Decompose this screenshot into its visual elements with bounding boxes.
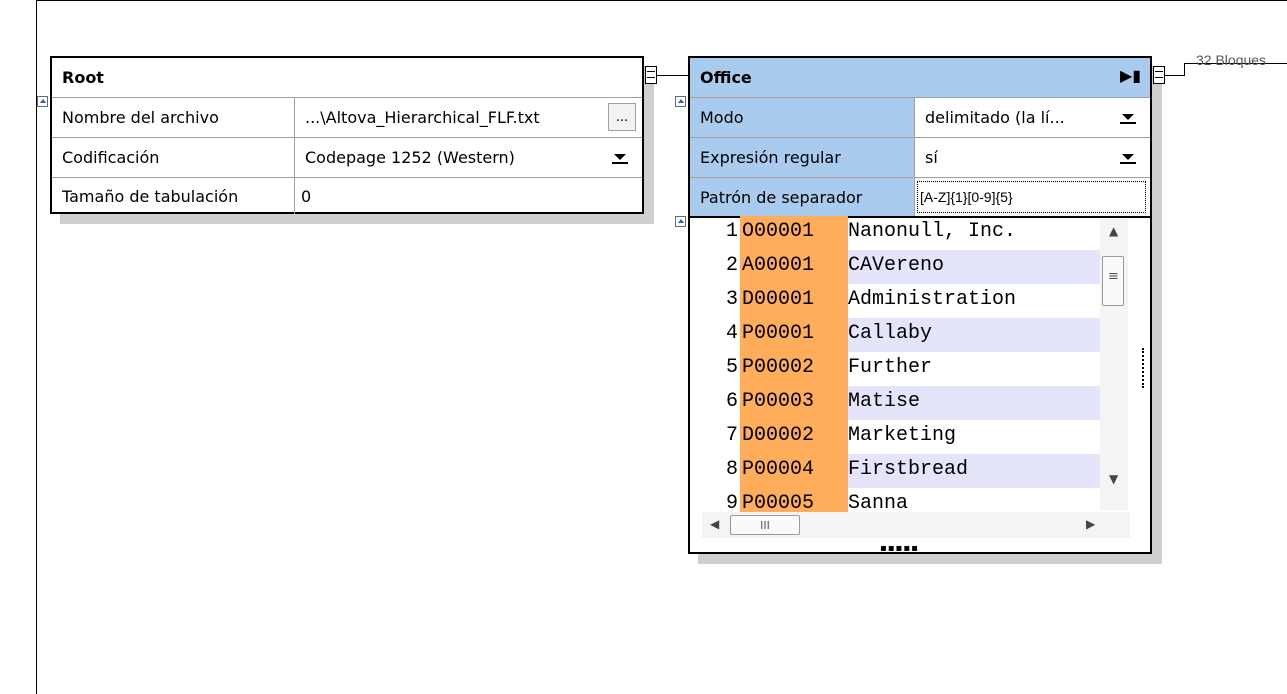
root-title: Root: [62, 68, 104, 87]
line-id: A00001: [742, 254, 815, 277]
separator-pattern-input[interactable]: [A-Z]{1}[0-9]{5}: [917, 181, 1146, 213]
office-title: Office: [700, 68, 752, 87]
resize-grip-right-icon[interactable]: [1142, 348, 1148, 388]
line-number: 4: [725, 322, 738, 345]
separator-label: Patrón de separador: [690, 178, 914, 216]
vertical-scroll-thumb[interactable]: [1102, 256, 1124, 306]
line-number: 2: [725, 254, 738, 277]
line-id: P00002: [742, 356, 815, 379]
line-text: CAVereno: [848, 254, 945, 277]
browse-button[interactable]: ...: [608, 103, 636, 131]
line-id: P00001: [742, 322, 815, 345]
line-number: 9: [725, 492, 738, 512]
collapse-office-icon[interactable]: [675, 96, 686, 107]
line-text: Marketing: [848, 424, 957, 447]
text-line: 7 D00002 Marketing: [702, 420, 1102, 454]
blocks-count-label: 32 Bloques: [1196, 52, 1267, 68]
horizontal-scroll-thumb[interactable]: III: [730, 515, 800, 535]
output-line-vertical: [1184, 63, 1185, 76]
line-number: 6: [725, 390, 738, 413]
text-preview: 1 O00001 Nanonull, Inc. 2 A00001 CAVereno 3 D00…: [702, 216, 1130, 512]
text-line: 1 O00001 Nanonull, Inc.: [702, 216, 1102, 250]
line-id: P00004: [742, 458, 815, 481]
line-id: D00002: [742, 424, 815, 447]
line-text: Further: [848, 356, 933, 379]
line-number: 5: [725, 356, 738, 379]
line-id: P00003: [742, 390, 815, 413]
line-number: 8: [725, 458, 738, 481]
line-id: O00001: [742, 220, 815, 243]
text-line: 8 P00004 Firstbread: [702, 454, 1102, 488]
encoding-value[interactable]: Codepage 1252 (Western): [295, 138, 602, 177]
mode-dropdown-icon[interactable]: [1116, 110, 1140, 126]
line-id: D00001: [742, 288, 815, 311]
collapse-text-icon[interactable]: [675, 216, 686, 227]
root-component[interactable]: Root Nombre del archivo ...\Altova_Hiera…: [50, 56, 644, 214]
scroll-down-icon[interactable]: ▼: [1109, 472, 1118, 486]
mode-label: Modo: [690, 98, 914, 137]
line-number: 7: [725, 424, 738, 447]
encoding-dropdown-icon[interactable]: [608, 150, 632, 166]
connection-line: [657, 75, 689, 76]
tabsize-value[interactable]: 0: [295, 178, 642, 214]
regex-dropdown-icon[interactable]: [1116, 150, 1140, 166]
collapse-root-icon[interactable]: [37, 96, 48, 107]
office-output-connector-icon[interactable]: [1153, 66, 1165, 84]
scroll-left-icon[interactable]: ◀: [710, 517, 719, 531]
vertical-scrollbar[interactable]: ▲ ▼: [1100, 218, 1128, 510]
regex-value[interactable]: sí: [915, 138, 1110, 177]
root-row-filename[interactable]: Nombre del archivo ...\Altova_Hierarchic…: [52, 98, 642, 138]
line-text: Sanna: [848, 492, 909, 512]
split-icon[interactable]: ▶▮: [1120, 66, 1142, 88]
text-line: 3 D00001 Administration: [702, 284, 1102, 318]
text-line: 9 P00005 Sanna: [702, 488, 1102, 512]
line-text: Callaby: [848, 322, 933, 345]
output-line: [1165, 75, 1185, 76]
office-component[interactable]: Office ▶▮ Modo delimitado (la lí... Expr…: [688, 56, 1152, 554]
text-line: 6 P00003 Matise: [702, 386, 1102, 420]
root-row-encoding[interactable]: Codificación Codepage 1252 (Western): [52, 138, 642, 178]
root-title-row: Root: [52, 58, 642, 98]
line-text: Nanonull, Inc.: [848, 220, 1017, 243]
root-output-connector-icon[interactable]: [645, 66, 657, 84]
line-number: 3: [725, 288, 738, 311]
resize-grip-bottom-icon[interactable]: ▪▪▪▪▪: [880, 543, 919, 554]
office-row-separator[interactable]: Patrón de separador [A-Z]{1}[0-9]{5}: [690, 178, 1150, 218]
root-row-tabsize[interactable]: Tamaño de tabulación 0: [52, 178, 642, 214]
office-row-mode[interactable]: Modo delimitado (la lí...: [690, 98, 1150, 138]
text-line: 5 P00002 Further: [702, 352, 1102, 386]
tabsize-label: Tamaño de tabulación: [62, 186, 239, 206]
mode-value[interactable]: delimitado (la lí...: [915, 98, 1110, 137]
line-text: Matise: [848, 390, 921, 413]
regex-label: Expresión regular: [690, 138, 914, 177]
office-title-row: Office ▶▮: [690, 58, 1150, 98]
text-line: 4 P00001 Callaby: [702, 318, 1102, 352]
text-line: 2 A00001 CAVereno: [702, 250, 1102, 284]
encoding-label: Codificación: [62, 148, 160, 167]
line-number: 1: [725, 220, 738, 243]
line-text: Firstbread: [848, 458, 969, 481]
filename-value[interactable]: ...\Altova_Hierarchical_FLF.txt: [295, 98, 602, 137]
scroll-right-icon[interactable]: ▶: [1086, 517, 1095, 531]
office-row-regex[interactable]: Expresión regular sí: [690, 138, 1150, 178]
line-id: P00005: [742, 492, 815, 512]
filename-label: Nombre del archivo: [62, 108, 219, 127]
horizontal-scrollbar[interactable]: ◀ III ▶: [702, 512, 1130, 538]
scroll-up-icon[interactable]: ▲: [1109, 224, 1118, 238]
line-text: Administration: [848, 288, 1017, 311]
